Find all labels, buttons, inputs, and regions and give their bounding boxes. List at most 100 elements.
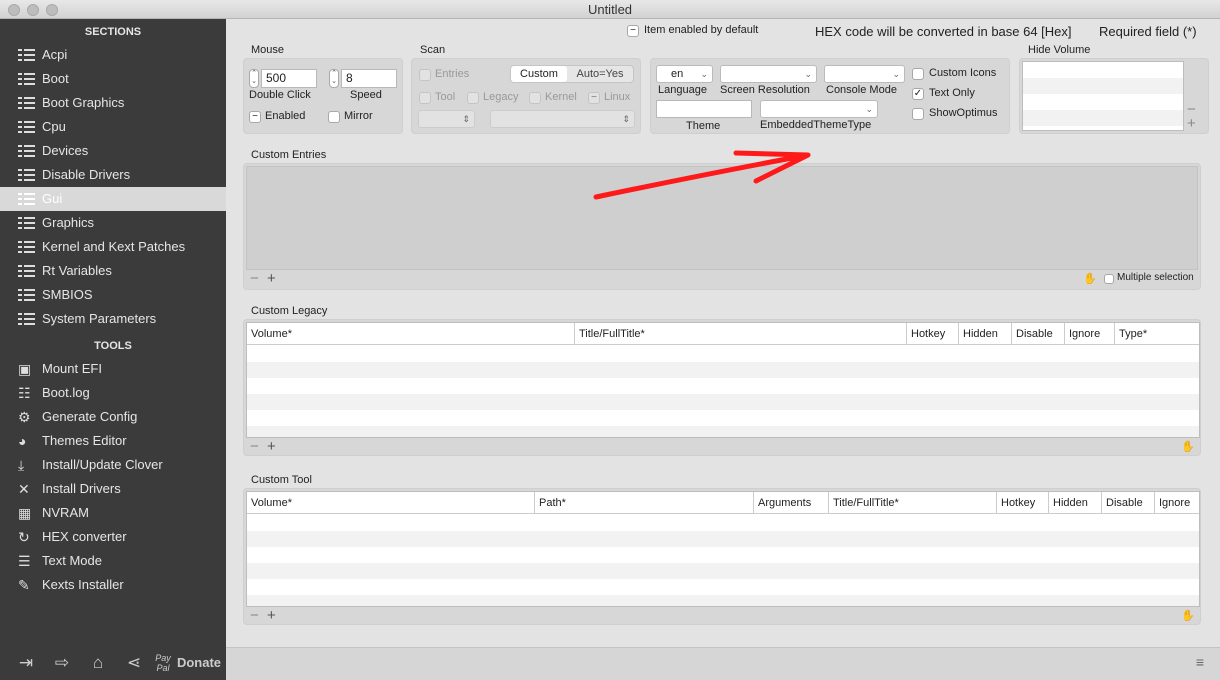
table-row[interactable]	[247, 595, 1199, 606]
custom-legacy-add-button[interactable]: +	[267, 438, 276, 455]
show-optimus-checkbox[interactable]	[912, 108, 924, 120]
table-row[interactable]	[247, 563, 1199, 579]
menu-lines-icon[interactable]: ≡	[1196, 654, 1204, 670]
multiple-selection-checkbox[interactable]	[1104, 274, 1114, 284]
console-mode-popup[interactable]: ⌄	[824, 65, 905, 83]
column-header[interactable]: Volume*	[247, 492, 535, 514]
column-header[interactable]: Disable	[1012, 323, 1065, 345]
speed-stepper[interactable]: ⌃ ⌄	[329, 69, 339, 88]
table-row[interactable]	[247, 410, 1199, 426]
hide-volume-add-button[interactable]: +	[1187, 115, 1196, 132]
column-header[interactable]: Disable	[1102, 492, 1155, 514]
enabled-checkbox[interactable]: −	[249, 111, 261, 123]
linux-checkbox[interactable]: −	[588, 92, 600, 104]
screen-resolution-popup[interactable]: ⌄	[720, 65, 817, 83]
custom-legacy-table[interactable]: Volume* Title/FullTitle* Hotkey Hidden Disab…	[246, 322, 1200, 438]
donate-button[interactable]: Donate	[174, 655, 224, 670]
sidebar-item-generate-config[interactable]: ⚙ Generate Config	[0, 405, 226, 429]
legacy-checkbox[interactable]	[467, 92, 479, 104]
custom-entries-remove-button[interactable]: −	[250, 270, 259, 287]
segment-custom[interactable]: Custom	[511, 66, 567, 82]
entries-checkbox[interactable]	[419, 69, 431, 81]
linux-label: Linux	[604, 91, 631, 103]
sidebar-item-install-drivers[interactable]: ✕ Install Drivers	[0, 477, 226, 501]
language-popup[interactable]: en ⌄	[656, 65, 713, 83]
column-header[interactable]: Type*	[1115, 323, 1199, 345]
sidebar-item-install-update-clover[interactable]: ⤓ Install/Update Clover	[0, 453, 226, 477]
import-icon[interactable]: ⇥	[8, 653, 44, 673]
table-row[interactable]	[247, 531, 1199, 547]
table-row[interactable]	[247, 362, 1199, 378]
sidebar-item-smbios[interactable]: SMBIOS	[0, 283, 226, 307]
scan-popup-2[interactable]: ⇕	[490, 110, 635, 128]
sidebar-item-system-parameters[interactable]: System Parameters	[0, 307, 226, 331]
table-row[interactable]	[247, 579, 1199, 595]
column-header[interactable]: Title/FullTitle*	[829, 492, 997, 514]
scan-popup-1[interactable]: ⇕	[418, 110, 475, 128]
sidebar-item-boot-graphics[interactable]: Boot Graphics	[0, 91, 226, 115]
embedded-theme-type-popup[interactable]: ⌄	[760, 100, 878, 118]
export-icon[interactable]: ⇨	[44, 653, 80, 673]
double-click-input[interactable]: 500	[261, 69, 317, 88]
custom-tool-remove-button[interactable]: −	[250, 607, 259, 624]
column-header[interactable]: Title/FullTitle*	[575, 323, 907, 345]
column-header[interactable]: Ignore	[1155, 492, 1199, 514]
zoom-button[interactable]	[46, 4, 58, 16]
speed-input[interactable]: 8	[341, 69, 397, 88]
paypal-logo[interactable]: Pay Pal	[152, 653, 174, 673]
item-enabled-checkbox[interactable]: −	[627, 25, 639, 37]
sidebar-item-boot-log[interactable]: ☷ Boot.log	[0, 381, 226, 405]
table-row[interactable]	[247, 426, 1199, 437]
sidebar-item-rt-variables[interactable]: Rt Variables	[0, 259, 226, 283]
kernel-checkbox[interactable]	[529, 92, 541, 104]
hide-volume-list[interactable]	[1022, 61, 1184, 131]
drag-hand-icon[interactable]: ✋	[1181, 440, 1195, 453]
custom-tool-table[interactable]: Volume* Path* Arguments Title/FullTitle* Hot…	[246, 491, 1200, 607]
column-header[interactable]: Ignore	[1065, 323, 1115, 345]
hide-volume-title: Hide Volume	[1028, 44, 1091, 56]
home-icon[interactable]: ⌂	[80, 653, 116, 673]
segment-auto-yes[interactable]: Auto=Yes	[567, 66, 633, 82]
table-row[interactable]	[247, 394, 1199, 410]
sidebar-item-cpu[interactable]: Cpu	[0, 115, 226, 139]
column-header[interactable]: Hidden	[959, 323, 1012, 345]
column-header[interactable]: Path*	[535, 492, 754, 514]
minimize-button[interactable]	[27, 4, 39, 16]
sidebar-item-kexts-installer[interactable]: ✎ Kexts Installer	[0, 573, 226, 597]
column-header[interactable]: Hidden	[1049, 492, 1102, 514]
drag-hand-icon[interactable]: ✋	[1083, 272, 1097, 285]
sidebar-item-themes-editor[interactable]: ◕ Themes Editor	[0, 429, 226, 453]
table-row[interactable]	[247, 515, 1199, 531]
sidebar-item-devices[interactable]: Devices	[0, 139, 226, 163]
share-icon[interactable]: ⋖	[116, 653, 152, 673]
sidebar-item-graphics[interactable]: Graphics	[0, 211, 226, 235]
sidebar-item-text-mode[interactable]: ☰ Text Mode	[0, 549, 226, 573]
column-header[interactable]: Hotkey	[907, 323, 959, 345]
mirror-checkbox[interactable]	[328, 111, 340, 123]
table-row[interactable]	[247, 346, 1199, 362]
custom-legacy-remove-button[interactable]: −	[250, 438, 259, 455]
sidebar-item-disable-drivers[interactable]: Disable Drivers	[0, 163, 226, 187]
column-header[interactable]: Volume*	[247, 323, 575, 345]
double-click-stepper[interactable]: ⌃ ⌄	[249, 69, 259, 88]
sidebar-item-kernel-and-kext-patches[interactable]: Kernel and Kext Patches	[0, 235, 226, 259]
mouse-title: Mouse	[251, 44, 285, 56]
sidebar-item-hex-converter[interactable]: ↻ HEX converter	[0, 525, 226, 549]
custom-icons-checkbox[interactable]	[912, 68, 924, 80]
theme-input[interactable]	[656, 100, 752, 118]
text-only-checkbox[interactable]: ✓	[912, 88, 924, 100]
tool-checkbox[interactable]	[419, 92, 431, 104]
custom-entries-add-button[interactable]: +	[267, 270, 276, 287]
drag-hand-icon[interactable]: ✋	[1181, 609, 1195, 622]
sidebar-item-mount-efi[interactable]: ▣ Mount EFI	[0, 357, 226, 381]
sidebar-item-acpi[interactable]: Acpi	[0, 43, 226, 67]
close-button[interactable]	[8, 4, 20, 16]
sidebar-item-nvram[interactable]: ▦ NVRAM	[0, 501, 226, 525]
custom-tool-add-button[interactable]: +	[267, 607, 276, 624]
sidebar-item-boot[interactable]: Boot	[0, 67, 226, 91]
column-header[interactable]: Arguments	[754, 492, 829, 514]
table-row[interactable]	[247, 547, 1199, 563]
table-row[interactable]	[247, 378, 1199, 394]
column-header[interactable]: Hotkey	[997, 492, 1049, 514]
sidebar-item-gui[interactable]: Gui	[0, 187, 226, 211]
